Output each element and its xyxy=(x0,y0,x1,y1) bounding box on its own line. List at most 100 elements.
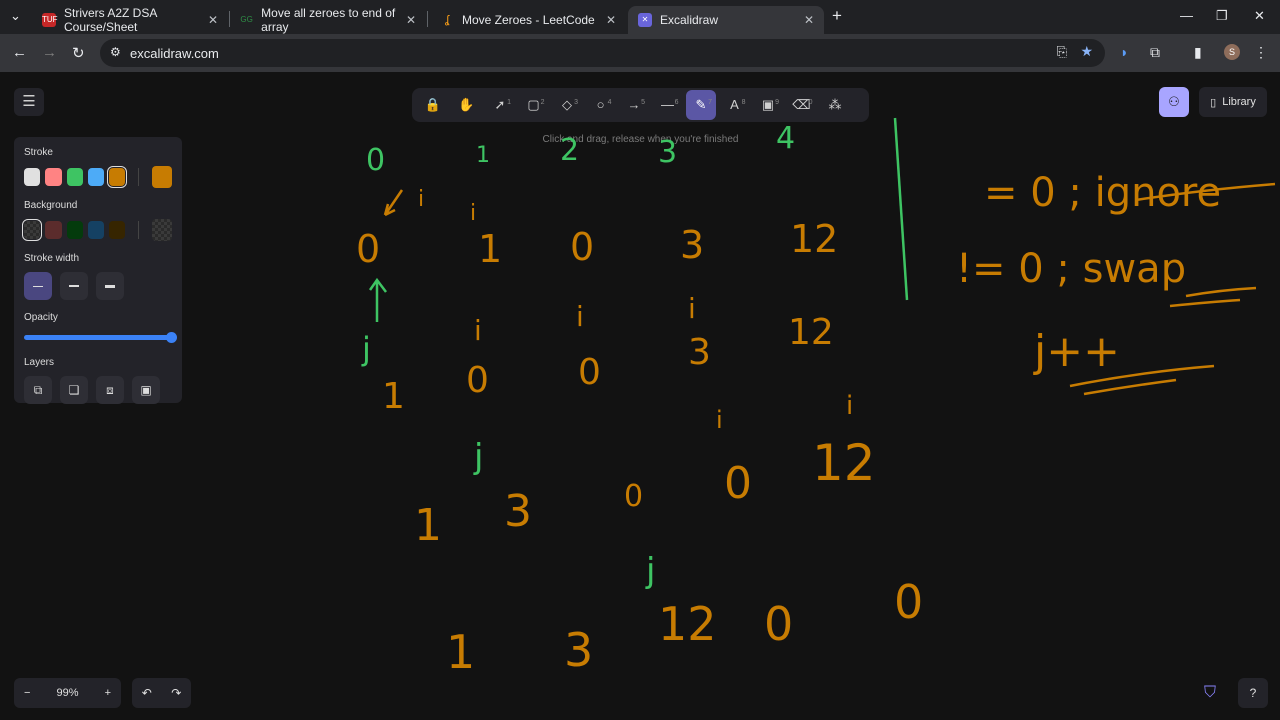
stroke-swatches xyxy=(24,166,173,188)
text-tool[interactable]: A8 xyxy=(720,90,750,120)
shield-icon[interactable]: ⛉ xyxy=(1204,684,1216,702)
color-swatch[interactable] xyxy=(87,221,104,239)
current-color-swatch[interactable] xyxy=(152,166,173,188)
stroke-width-options xyxy=(24,272,172,300)
send-backward-icon[interactable]: ❏ xyxy=(60,376,88,404)
book-icon: ▯ xyxy=(1210,96,1217,109)
reload-icon[interactable]: ↻ xyxy=(72,44,85,62)
tab-title: Move Zeroes - LeetCode xyxy=(462,13,595,27)
zoom-out-button[interactable]: − xyxy=(24,687,30,699)
back-icon[interactable]: ← xyxy=(12,44,27,61)
opacity-slider[interactable] xyxy=(24,331,177,343)
rectangle-tool[interactable]: ▢ 2 xyxy=(519,90,549,120)
color-swatch[interactable] xyxy=(21,219,43,241)
color-swatch[interactable] xyxy=(66,221,83,239)
arrow-icon: → xyxy=(627,97,641,112)
redo-icon[interactable]: ↷ xyxy=(171,686,181,700)
color-swatch[interactable] xyxy=(109,221,126,239)
layer-controls: ⧉ ❏ ⧈ ▣ xyxy=(24,376,172,404)
stroke-width-extra-bold[interactable] xyxy=(96,272,124,300)
tool-hint: Click and drag, release when you're fini… xyxy=(542,134,739,145)
browser-tab-strip: ⌄ TUF Strivers A2Z DSA Course/Sheet ✕ GG… xyxy=(0,0,1280,34)
address-bar[interactable]: ⚙ excalidraw.com ⎘ ★ xyxy=(100,39,1105,67)
lock-icon: 🔒 xyxy=(424,97,442,112)
selection-tool[interactable]: ➚ 1 xyxy=(485,90,515,120)
zoom-level[interactable]: 99% xyxy=(56,687,78,699)
extensions-puzzle-icon[interactable]: ⧉ xyxy=(1150,44,1160,61)
diamond-icon: ◇ xyxy=(562,97,572,112)
image-tool[interactable]: ▣ 9 xyxy=(753,90,783,120)
draw-icon: ✎ xyxy=(695,97,707,112)
install-icon[interactable]: ⎘ xyxy=(1057,44,1067,60)
minimize-icon[interactable]: — xyxy=(1180,8,1193,23)
shortcut-key: 1 xyxy=(507,99,511,106)
hand-tool[interactable]: ✋ xyxy=(452,90,482,120)
lock-tool[interactable]: 🔒 xyxy=(418,90,448,120)
shortcut-key: 4 xyxy=(607,99,612,106)
collaborate-button[interactable]: ⚇ xyxy=(1159,87,1189,117)
tab-leetcode[interactable]: ʆ Move Zeroes - LeetCode ✕ xyxy=(430,6,626,34)
line-tool[interactable]: —6 xyxy=(653,90,683,120)
color-swatch[interactable] xyxy=(87,168,104,186)
text-icon: A xyxy=(730,97,739,112)
zoom-in-button[interactable]: + xyxy=(105,687,111,699)
stroke-width-label: Stroke width xyxy=(24,253,80,264)
leetcode-icon: ʆ xyxy=(445,14,449,26)
close-icon[interactable]: ✕ xyxy=(208,13,218,27)
url-text: excalidraw.com xyxy=(130,45,219,61)
bookmark-star-icon[interactable]: ★ xyxy=(1080,43,1093,60)
window-close-icon[interactable]: ✕ xyxy=(1254,8,1265,24)
bring-forward-icon[interactable]: ⧈ xyxy=(96,376,124,404)
tool-bar: 🔒 ✋ ➚ 1 ▢ 2 ◇ 3 ○ 4 → 5—6 ✎ 7 A 8 ▣ 9 ⌫ 0 ⁂ xyxy=(412,88,869,122)
main-menu-button[interactable]: ☰ xyxy=(14,88,44,116)
tuf-icon: TUF xyxy=(42,13,58,27)
color-swatch[interactable] xyxy=(45,221,62,239)
forward-icon[interactable]: → xyxy=(42,44,57,61)
arrow-tool[interactable]: → 5 xyxy=(619,90,649,120)
avatar[interactable]: S xyxy=(1224,44,1240,60)
maximize-icon[interactable]: ❐ xyxy=(1216,8,1228,24)
stroke-label: Stroke xyxy=(24,147,53,158)
eraser-tool[interactable]: ⌫ 0 xyxy=(787,90,817,120)
extra-tool[interactable]: ⁂ xyxy=(820,90,850,120)
undo-redo: ↶ ↷ xyxy=(132,678,191,708)
ellipse-icon: ○ xyxy=(596,97,605,112)
close-icon[interactable]: ✕ xyxy=(804,13,814,27)
shortcut-key: 7 xyxy=(708,99,712,106)
tab-search-icon[interactable]: ⌄ xyxy=(10,8,21,24)
shortcut-key: 5 xyxy=(641,99,645,106)
menu-kebab-icon[interactable]: ⋮ xyxy=(1254,44,1268,61)
site-info-icon[interactable]: ⚙ xyxy=(110,45,121,59)
close-icon[interactable]: ✕ xyxy=(406,13,416,27)
color-swatch[interactable] xyxy=(66,168,83,186)
shortcut-key: 0 xyxy=(808,99,813,106)
new-tab-icon[interactable]: + xyxy=(832,6,842,26)
ellipse-tool[interactable]: ○ 4 xyxy=(586,90,616,120)
draw-tool[interactable]: ✎ 7 xyxy=(686,90,716,120)
current-color-swatch[interactable] xyxy=(152,219,173,241)
send-to-back-icon[interactable]: ⧉ xyxy=(24,376,52,404)
side-panel-icon[interactable]: ▮ xyxy=(1194,44,1202,61)
stroke-width-bold[interactable] xyxy=(60,272,88,300)
excalidraw-icon: ✕ xyxy=(638,13,652,27)
color-swatch[interactable] xyxy=(24,168,41,186)
help-button[interactable]: ? xyxy=(1238,678,1268,708)
background-label: Background xyxy=(24,200,78,211)
shortcut-key: 2 xyxy=(540,99,545,106)
color-swatch[interactable] xyxy=(45,168,62,186)
stroke-width-thin[interactable] xyxy=(24,272,52,300)
extension-icon[interactable]: ◗ xyxy=(1120,44,1128,60)
diamond-tool[interactable]: ◇ 3 xyxy=(552,90,582,120)
shortcut-key: 9 xyxy=(775,99,779,106)
tab-gfg[interactable]: GG Move all zeroes to end of array ✕ xyxy=(230,6,426,34)
color-swatch[interactable] xyxy=(106,166,128,188)
bring-to-front-icon[interactable]: ▣ xyxy=(132,376,160,404)
tab-title: Strivers A2Z DSA Course/Sheet xyxy=(64,6,157,34)
selection-icon: ➚ xyxy=(494,97,506,112)
excalidraw-canvas[interactable] xyxy=(0,72,1280,720)
library-button[interactable]: ▯ Library xyxy=(1199,87,1267,117)
close-icon[interactable]: ✕ xyxy=(606,13,616,27)
tab-excalidraw[interactable]: ✕ Excalidraw ✕ xyxy=(628,6,824,34)
undo-icon[interactable]: ↶ xyxy=(142,686,152,700)
tab-strivers[interactable]: TUF Strivers A2Z DSA Course/Sheet ✕ xyxy=(32,6,228,34)
